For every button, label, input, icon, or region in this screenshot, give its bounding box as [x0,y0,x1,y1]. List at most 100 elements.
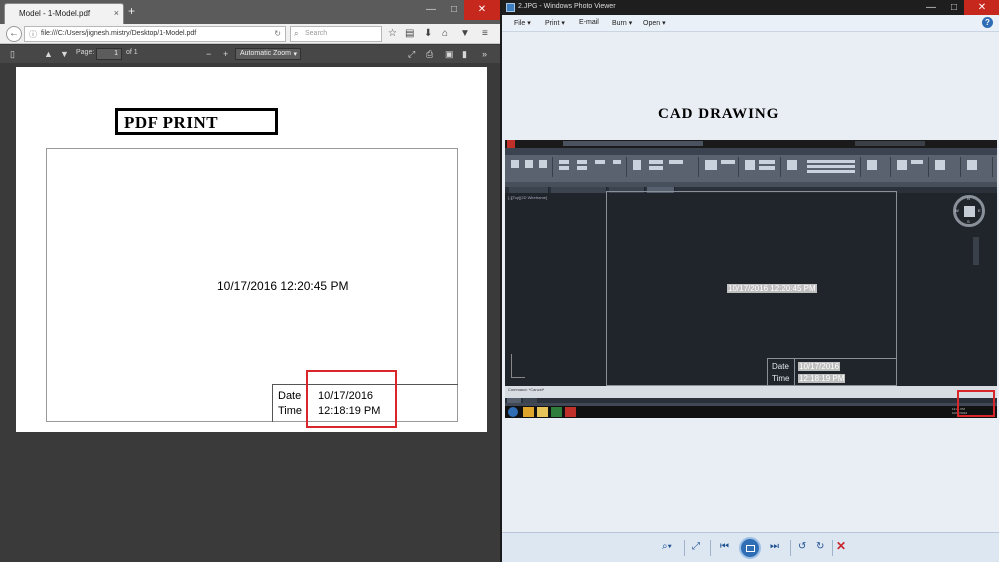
cad-title-block-divider [794,359,795,387]
compass-north: N [967,196,970,201]
taskbar-chrome-icon [523,407,534,417]
time-label: Time [278,405,303,417]
pocket-icon[interactable]: ▼ [460,28,470,40]
page-number-input[interactable]: 1 [96,48,122,60]
menu-icon[interactable]: ≡ [482,28,488,40]
cad-doc-tab-1 [551,187,607,193]
cad-doc-tab-start [509,187,549,193]
rotate-right-icon[interactable]: ↻ [816,541,824,553]
separator [710,540,711,556]
pdf-title: PDF PRINT [115,108,278,135]
viewcube-compass: N S E W [953,195,985,227]
cad-ribbon-tabs [505,148,997,155]
separator [832,540,833,556]
cad-quick-access [563,141,703,146]
previous-icon[interactable]: ⏮ [720,541,729,553]
new-tab-button[interactable]: + [128,5,135,17]
ribbon-panel-clipboard [931,157,961,177]
home-icon[interactable]: ⌂ [442,28,448,40]
page-label: Page: [76,49,95,56]
zoom-in-button[interactable]: + [223,48,228,60]
navigation-toolbar: ← ⓘ file:///C:/Users/jignesh.mistry/Desk… [0,24,500,44]
rotate-left-icon[interactable]: ↺ [798,541,806,553]
ribbon-panel-properties [783,157,861,177]
ribbon-panel-annotation [629,157,699,177]
menu-open[interactable]: Open ▾ [643,19,666,27]
ribbon-panel-modify [555,157,627,177]
search-input[interactable]: ⌕ Search [290,26,382,42]
tab-title: Model - 1-Model.pdf [19,9,91,18]
maximize-button[interactable]: □ [444,0,464,20]
cad-titlebar [505,140,997,148]
compass-west: W [955,208,959,213]
highlight-box [306,370,397,428]
ribbon-panel-block [741,157,781,177]
close-window-button[interactable]: ✕ [464,0,500,20]
reload-icon[interactable]: ↻ [274,29,281,38]
pdf-toolbar: ▯ ▲ ▼ Page: 1 of 1 − + Automatic Zoom ▾ … [0,45,500,63]
sidebar-toggle-icon[interactable]: ▯ [10,48,15,60]
menu-file-label: File [514,20,526,27]
prev-page-icon[interactable]: ▲ [44,48,53,60]
zoom-icon[interactable]: ⌕▾ [662,541,672,553]
viewcube [964,206,975,217]
clipboard-icon[interactable]: ▤ [405,28,414,40]
photo-viewer-title: 2.JPG - Windows Photo Viewer [518,3,616,10]
zoom-value: Automatic Zoom [240,50,291,57]
search-placeholder: Search [305,30,328,37]
delete-icon[interactable]: ✕ [836,539,846,553]
minimize-button[interactable]: — [418,0,444,20]
slideshow-icon[interactable] [739,537,761,559]
save-icon[interactable]: ▣ [445,48,454,60]
fullscreen-icon[interactable]: ⤢ [408,48,415,60]
tools-icon[interactable]: » [482,48,487,60]
tab-close-icon[interactable]: × [114,8,119,18]
separator [790,540,791,556]
ucs-icon [511,354,525,378]
menu-file[interactable]: File ▾ [514,19,531,27]
cad-time-label: Time [772,374,790,383]
url-bar[interactable]: ⓘ file:///C:/Users/jignesh.mistry/Deskto… [24,26,286,42]
help-icon[interactable]: ? [982,17,993,28]
ribbon-panel-utilities [893,157,929,177]
pdf-page: PDF PRINT 10/17/2016 12:20:45 PM Date 10… [16,67,487,432]
cad-date-label: Date [772,362,789,371]
menu-email-label: E-mail [579,19,599,26]
ribbon-panel-draw [507,157,553,177]
cad-search-box [855,141,925,146]
cad-date-value: 10/17/2016 [798,362,841,371]
menu-burn[interactable]: Burn ▾ [612,19,632,27]
cad-time-value: 12:18:19 PM [798,374,846,383]
zoom-select[interactable]: Automatic Zoom ▾ [235,48,301,60]
menu-print[interactable]: Print ▾ [545,19,565,27]
date-label: Date [278,390,302,402]
zoom-out-button[interactable]: − [206,48,211,60]
back-icon[interactable]: ← [6,26,22,42]
cad-command-text: Command: *Cancel* [508,387,545,392]
bookmark-icon[interactable]: ▮ [462,48,467,60]
tab-pdf[interactable]: Model - 1-Model.pdf × [4,3,124,24]
cad-ribbon [505,155,997,182]
print-icon[interactable]: ⎙ [426,48,433,60]
pv-minimize-button[interactable]: — [918,0,944,15]
pv-close-button[interactable]: ✕ [964,0,999,15]
next-page-icon[interactable]: ▼ [60,48,69,60]
photo-viewer-window: 2.JPG - Windows Photo Viewer — □ ✕ File … [502,0,999,562]
menu-email[interactable]: E-mail [579,19,599,26]
page-count: of 1 [126,49,138,56]
pv-maximize-button[interactable]: □ [944,0,964,15]
download-icon[interactable]: ⬇ [424,28,432,40]
photo-viewer-titlebar: 2.JPG - Windows Photo Viewer — □ ✕ [502,0,999,15]
fit-icon[interactable]: ⤢ [692,541,700,553]
cad-highlight-box [957,390,995,417]
info-icon[interactable]: ⓘ [29,29,37,40]
cad-view-label: [-][Top][2D Wireframe] [508,195,548,200]
taskbar-autocad-icon [565,407,576,417]
ribbon-panel-layers [701,157,739,177]
tab-bar: Model - 1-Model.pdf × + — □ ✕ [0,0,500,24]
center-timestamp: 10/17/2016 12:20:45 PM [217,279,349,293]
star-icon[interactable]: ☆ [388,28,397,40]
next-icon[interactable]: ⏭ [770,541,779,553]
menu-burn-label: Burn [612,20,627,27]
pdf-viewer-area: PDF PRINT 10/17/2016 12:20:45 PM Date 10… [0,63,500,562]
